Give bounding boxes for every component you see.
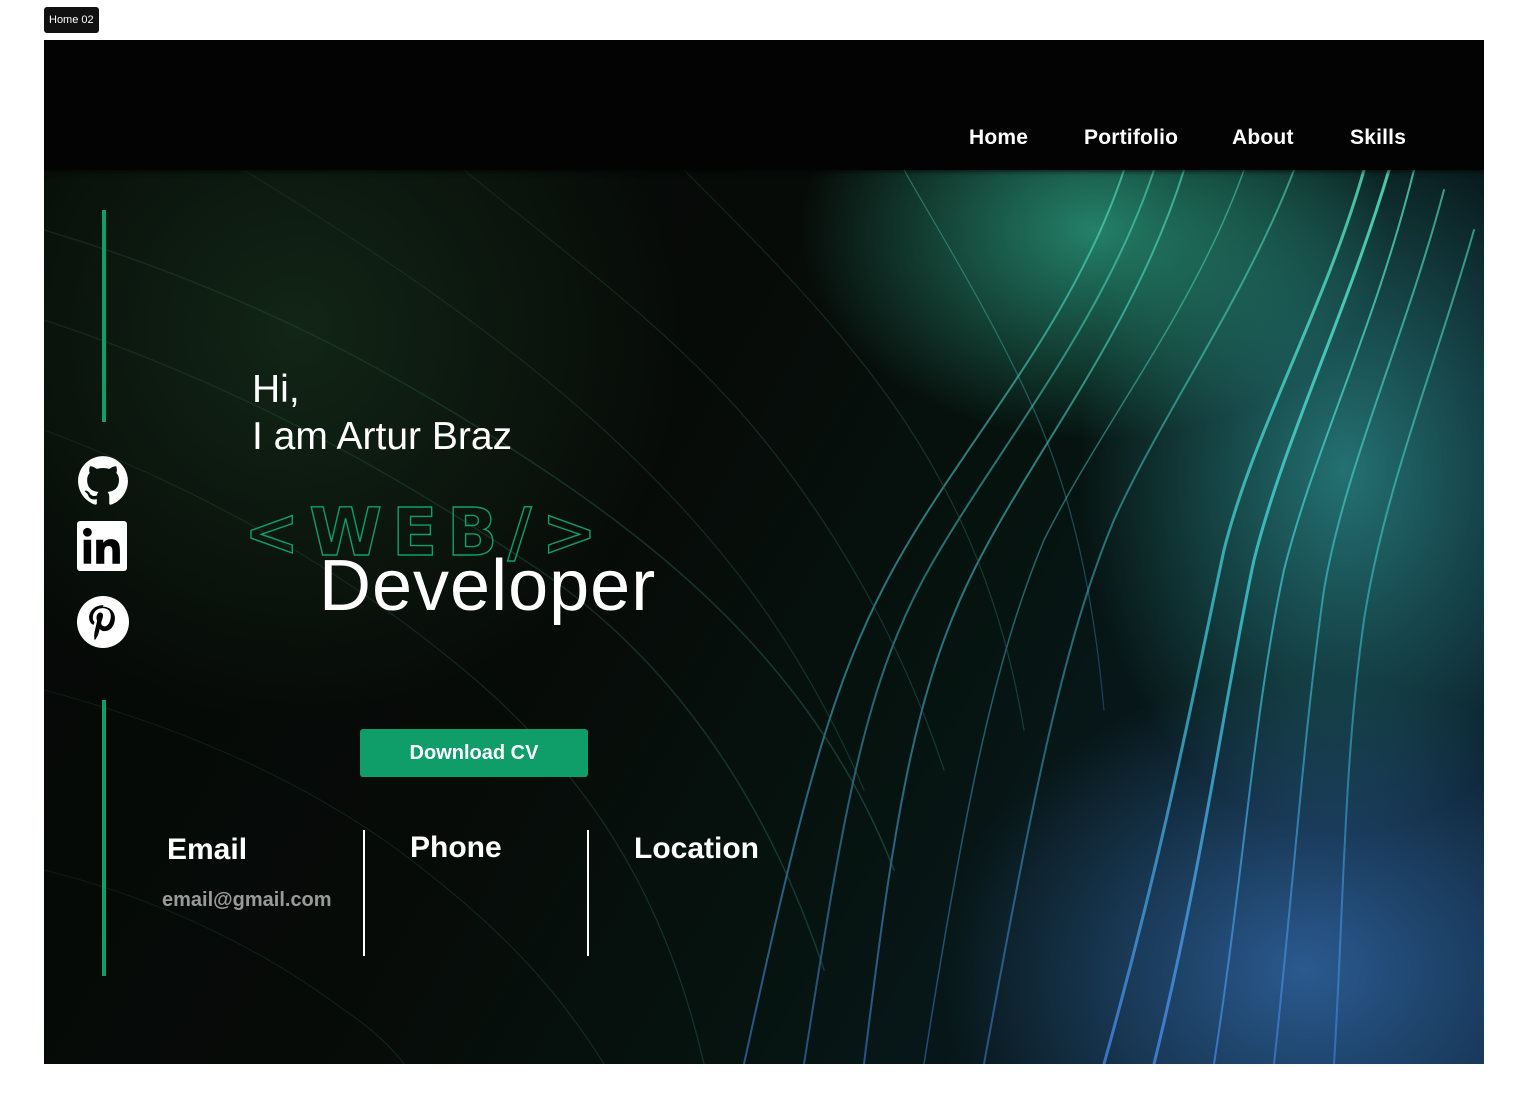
phone-title: Phone [410, 831, 502, 864]
nav-about[interactable]: About [1232, 126, 1294, 152]
github-icon[interactable] [77, 455, 129, 507]
intro-line: I am Artur Braz [252, 415, 513, 458]
download-cv-button[interactable]: Download CV [360, 729, 588, 777]
accent-line-bottom [102, 700, 106, 976]
nav-home[interactable]: Home [969, 126, 1028, 152]
greeting-line: Hi, [252, 368, 300, 411]
location-title: Location [634, 832, 759, 865]
email-value[interactable]: email@gmail.com [162, 889, 332, 912]
portfolio-page: Home Portifolio About Skills Hi, I am Ar… [44, 40, 1484, 1064]
role-title: Developer [319, 546, 657, 626]
nav-portfolio[interactable]: Portifolio [1084, 126, 1178, 152]
contact-divider-1 [363, 830, 365, 956]
contact-divider-2 [587, 830, 589, 956]
flowing-lines-background [44, 170, 1475, 1064]
nav-skills[interactable]: Skills [1350, 126, 1406, 152]
hero-section: Hi, I am Artur Braz <WEB/> Developer Dow… [44, 170, 1484, 1064]
hero-greeting: Hi, I am Artur Braz [252, 366, 512, 460]
accent-line-top [102, 210, 106, 422]
top-navigation-bar: Home Portifolio About Skills [44, 40, 1484, 170]
frame-label: Home 02 [44, 7, 99, 33]
linkedin-icon[interactable] [77, 521, 127, 571]
email-title: Email [167, 833, 248, 866]
pinterest-icon[interactable] [77, 596, 129, 648]
